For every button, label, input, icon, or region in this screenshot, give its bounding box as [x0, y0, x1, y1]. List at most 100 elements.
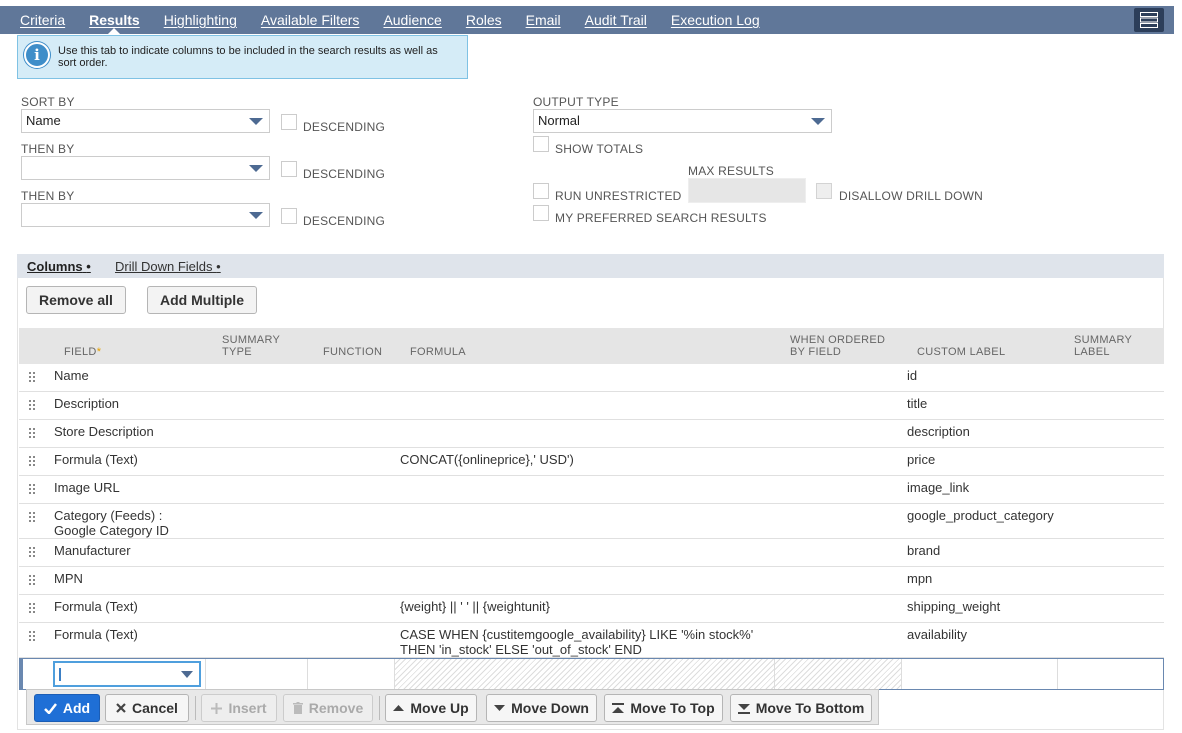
cell-custom-label[interactable]: id — [907, 368, 917, 383]
cell-custom-label[interactable]: price — [907, 452, 935, 467]
header-formula: FORMULA — [410, 346, 466, 358]
edit-custom-label-cell[interactable] — [902, 659, 1058, 689]
new-column-edit-row[interactable] — [19, 658, 1164, 690]
tab-available-filters[interactable]: Available Filters — [261, 6, 360, 34]
table-row[interactable]: Image URL image_link — [19, 476, 1164, 504]
tab-criteria[interactable]: Criteria — [20, 6, 65, 34]
sort-by-descending-checkbox[interactable] — [281, 114, 297, 130]
tab-results[interactable]: Results — [89, 6, 140, 34]
drag-handle-icon[interactable] — [29, 547, 39, 559]
disallow-drill-down-label: DISALLOW DRILL DOWN — [839, 189, 984, 203]
cell-custom-label[interactable]: title — [907, 396, 927, 411]
cell-custom-label[interactable]: description — [907, 424, 970, 439]
drag-handle-icon[interactable] — [29, 575, 39, 587]
table-row[interactable]: Manufacturer brand — [19, 539, 1164, 567]
drag-handle-icon[interactable] — [29, 400, 39, 412]
table-row[interactable]: Name id — [19, 364, 1164, 392]
menu-icon — [1140, 12, 1158, 28]
table-row[interactable]: Formula (Text) CONCAT({onlineprice},' USD… — [19, 448, 1164, 476]
cell-field[interactable]: Manufacturer — [54, 543, 131, 558]
drag-handle-icon[interactable] — [29, 456, 39, 468]
field-text: Description — [54, 396, 120, 411]
then-by-select-1[interactable] — [21, 156, 270, 180]
cell-field[interactable]: MPN — [54, 571, 83, 586]
tab-audience[interactable]: Audience — [383, 6, 441, 34]
show-totals-checkbox[interactable] — [533, 136, 549, 152]
cancel-button[interactable]: Cancel — [105, 694, 189, 722]
table-row[interactable]: Description title — [19, 392, 1164, 420]
table-row[interactable]: Formula (Text) CASE WHEN {custitemgoogle_… — [19, 623, 1164, 658]
cell-field[interactable]: Formula (Text) — [54, 627, 138, 642]
drag-handle-icon[interactable] — [29, 372, 39, 384]
plus-icon — [211, 702, 223, 714]
header-custom-label: CUSTOM LABEL — [917, 346, 1006, 358]
cell-field[interactable]: Formula (Text) — [54, 452, 138, 467]
text-cursor — [59, 668, 61, 681]
move-down-button[interactable]: Move Down — [486, 694, 597, 722]
table-row[interactable]: Store Description description — [19, 420, 1164, 448]
cell-custom-label[interactable]: mpn — [907, 571, 932, 586]
columns-subtabs: Columns • Drill Down Fields • — [17, 254, 237, 278]
tab-highlighting[interactable]: Highlighting — [164, 6, 237, 34]
move-to-bottom-button[interactable]: Move To Bottom — [730, 694, 872, 722]
chevron-down-icon — [811, 118, 825, 125]
cell-formula[interactable]: {weight} || ' ' || {weightunit} — [400, 599, 550, 614]
drag-handle-icon[interactable] — [29, 512, 39, 524]
subtab-drill-down-fields[interactable]: Drill Down Fields • — [115, 259, 221, 274]
drag-handle-icon[interactable] — [29, 428, 39, 440]
drag-handle-icon[interactable] — [29, 603, 39, 615]
tab-roles[interactable]: Roles — [466, 6, 502, 34]
cell-field[interactable]: Description — [54, 396, 119, 411]
cell-formula[interactable]: CONCAT({onlineprice},' USD') — [400, 452, 574, 467]
subtab-bar: Criteria Results Highlighting Available … — [0, 6, 1174, 34]
remove-button[interactable]: Remove — [283, 694, 373, 722]
cell-custom-label[interactable]: shipping_weight — [907, 599, 1000, 614]
then-by-2-descending-checkbox[interactable] — [281, 208, 297, 224]
max-results-input[interactable] — [688, 178, 806, 203]
field-text: Category (Feeds) : — [54, 508, 163, 523]
close-icon — [116, 703, 126, 713]
cell-custom-label[interactable]: google_product_category — [907, 508, 1054, 523]
move-to-top-button[interactable]: Move To Top — [604, 694, 723, 722]
tab-audit-trail[interactable]: Audit Trail — [585, 6, 647, 34]
cell-custom-label[interactable]: image_link — [907, 480, 969, 495]
table-row[interactable]: MPN mpn — [19, 567, 1164, 595]
drag-handle-icon[interactable] — [29, 484, 39, 496]
table-row[interactable]: Category (Feeds) : Google Category ID goog… — [19, 504, 1164, 539]
then-by-1-descending-checkbox[interactable] — [281, 161, 297, 177]
cell-formula[interactable]: CASE WHEN {custitemgoogle_availability} … — [400, 627, 753, 657]
insert-button[interactable]: Insert — [201, 694, 277, 722]
hamburger-menu-icon[interactable] — [1134, 8, 1164, 32]
run-unrestricted-checkbox[interactable] — [533, 183, 549, 199]
edit-when-ordered-cell — [775, 659, 902, 689]
then-by-select-2[interactable] — [21, 203, 270, 227]
remove-all-button[interactable]: Remove all — [26, 286, 126, 314]
subtab-columns[interactable]: Columns • — [27, 259, 91, 274]
edit-summary-label-cell[interactable] — [1058, 659, 1162, 689]
edit-summary-type-cell[interactable] — [206, 659, 308, 689]
sort-by-select[interactable]: Name — [21, 109, 270, 133]
disallow-drill-down-checkbox[interactable] — [816, 183, 832, 199]
cell-field[interactable]: Formula (Text) — [54, 599, 138, 614]
header-function: FUNCTION — [323, 346, 383, 358]
cell-field[interactable]: Store Description — [54, 424, 154, 439]
drag-handle-icon[interactable] — [29, 631, 39, 643]
tab-execution-log[interactable]: Execution Log — [671, 6, 760, 34]
cell-custom-label[interactable]: availability — [907, 627, 967, 642]
my-preferred-search-results-checkbox[interactable] — [533, 205, 549, 221]
tab-email[interactable]: Email — [526, 6, 561, 34]
cell-field[interactable]: Name — [54, 368, 89, 383]
field-select[interactable] — [53, 661, 201, 687]
row-action-bar: Add Cancel Insert Remove Move Up Move Do… — [26, 689, 879, 725]
cell-custom-label[interactable]: brand — [907, 543, 940, 558]
output-type-select[interactable]: Normal — [533, 109, 832, 133]
edit-function-cell[interactable] — [308, 659, 395, 689]
cell-field[interactable]: Image URL — [54, 480, 120, 495]
add-multiple-button[interactable]: Add Multiple — [147, 286, 257, 314]
move-up-button[interactable]: Move Up — [385, 694, 477, 722]
table-row[interactable]: Formula (Text) {weight} || ' ' || {weight… — [19, 595, 1164, 623]
add-button[interactable]: Add — [34, 694, 100, 722]
max-results-label: MAX RESULTS — [688, 164, 774, 178]
cell-field[interactable]: Category (Feeds) : Google Category ID — [54, 508, 169, 538]
field-text: Formula (Text) — [54, 452, 138, 467]
